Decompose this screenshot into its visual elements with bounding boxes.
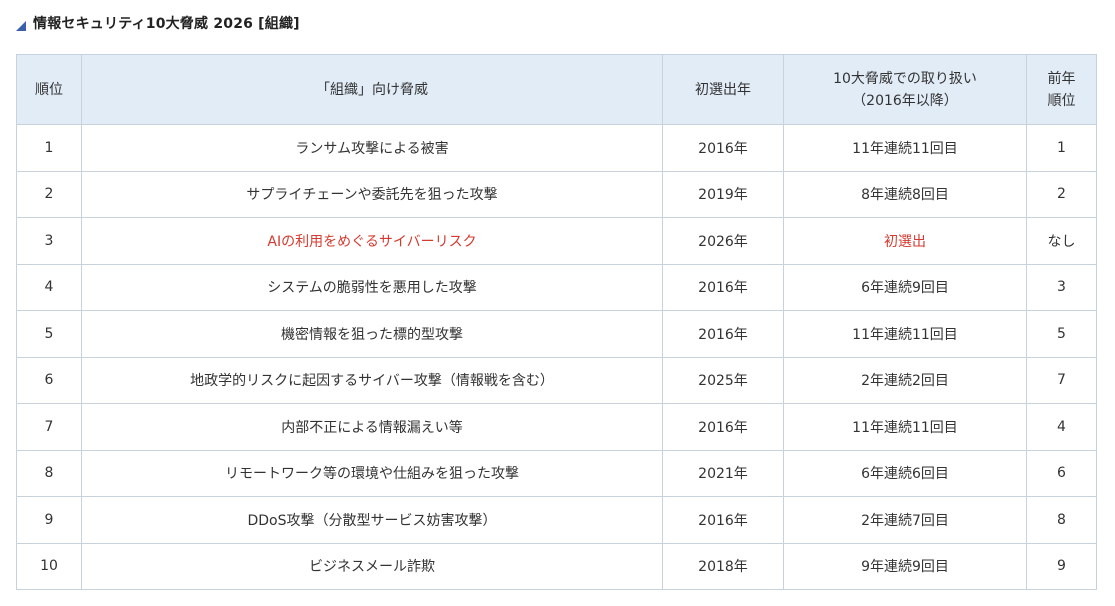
cell-history: 11年連続11回目 <box>783 310 1027 358</box>
cell-threat: ビジネスメール詐欺 <box>81 542 663 590</box>
cell-first-selected: 2016年 <box>662 310 784 358</box>
cell-rank: 6 <box>16 356 82 404</box>
table-row: 10 ビジネスメール詐欺 2018年 9年連続9回目 9 <box>16 542 1097 590</box>
cell-rank: 8 <box>16 449 82 497</box>
header-prev-line1: 前年 <box>1047 70 1076 87</box>
cell-rank: 3 <box>16 217 82 265</box>
cell-rank: 4 <box>16 263 82 311</box>
cell-history: 2年連続2回目 <box>783 356 1027 404</box>
cell-rank: 9 <box>16 496 82 544</box>
cell-first-selected: 2016年 <box>662 263 784 311</box>
triangle-corner-icon <box>15 17 27 31</box>
cell-history: 11年連続11回目 <box>783 124 1027 172</box>
cell-previous-rank: 4 <box>1026 403 1097 451</box>
table-row: 4 システムの脆弱性を悪用した攻撃 2016年 6年連続9回目 3 <box>16 263 1097 311</box>
table-body: 1 ランサム攻撃による被害 2016年 11年連続11回目 1 2 サプライチェーンや委託先… <box>16 124 1097 590</box>
cell-first-selected: 2016年 <box>662 124 784 172</box>
header-history-line2: （2016年以降） <box>852 92 958 109</box>
cell-threat: 内部不正による情報漏えい等 <box>81 403 663 451</box>
header-history: 10大脅威での取り扱い （2016年以降） <box>783 54 1027 125</box>
cell-first-selected: 2019年 <box>662 170 784 218</box>
header-prev-line2: 順位 <box>1047 92 1076 109</box>
cell-history: 初選出 <box>783 217 1027 265</box>
cell-history: 6年連続9回目 <box>783 263 1027 311</box>
cell-history: 6年連続6回目 <box>783 449 1027 497</box>
cell-rank: 5 <box>16 310 82 358</box>
cell-rank: 10 <box>16 542 82 590</box>
cell-previous-rank: 1 <box>1026 124 1097 172</box>
cell-threat: リモートワーク等の環境や仕組みを狙った攻撃 <box>81 449 663 497</box>
header-first-selected: 初選出年 <box>662 54 784 125</box>
cell-threat: システムの脆弱性を悪用した攻撃 <box>81 263 663 311</box>
cell-previous-rank: 9 <box>1026 542 1097 590</box>
cell-previous-rank: 2 <box>1026 170 1097 218</box>
table-row: 2 サプライチェーンや委託先を狙った攻撃 2019年 8年連続8回目 2 <box>16 170 1097 218</box>
table-row: 8 リモートワーク等の環境や仕組みを狙った攻撃 2021年 6年連続6回目 6 <box>16 449 1097 497</box>
cell-rank: 2 <box>16 170 82 218</box>
cell-threat: 地政学的リスクに起因するサイバー攻撃（情報戦を含む） <box>81 356 663 404</box>
table-row: 5 機密情報を狙った標的型攻撃 2016年 11年連続11回目 5 <box>16 310 1097 358</box>
cell-rank: 1 <box>16 124 82 172</box>
table-row: 1 ランサム攻撃による被害 2016年 11年連続11回目 1 <box>16 124 1097 172</box>
cell-threat: ランサム攻撃による被害 <box>81 124 663 172</box>
cell-previous-rank: 5 <box>1026 310 1097 358</box>
page-title: 情報セキュリティ10大脅威 2026 [組織] <box>33 16 300 32</box>
cell-history: 2年連続7回目 <box>783 496 1027 544</box>
table-row: 7 内部不正による情報漏えい等 2016年 11年連続11回目 4 <box>16 403 1097 451</box>
cell-history: 9年連続9回目 <box>783 542 1027 590</box>
cell-history: 11年連続11回目 <box>783 403 1027 451</box>
cell-threat: DDoS攻撃（分散型サービス妨害攻撃） <box>81 496 663 544</box>
cell-first-selected: 2016年 <box>662 496 784 544</box>
table-row: 6 地政学的リスクに起因するサイバー攻撃（情報戦を含む） 2025年 2年連続2回目 7 <box>16 356 1097 404</box>
cell-threat: サプライチェーンや委託先を狙った攻撃 <box>81 170 663 218</box>
table-row: 3 AIの利用をめぐるサイバーリスク 2026年 初選出 なし <box>16 217 1097 265</box>
threats-table: 順位 「組織」向け脅威 初選出年 10大脅威での取り扱い （2016年以降） 前… <box>16 54 1097 590</box>
cell-first-selected: 2025年 <box>662 356 784 404</box>
cell-previous-rank: なし <box>1026 217 1097 265</box>
cell-previous-rank: 3 <box>1026 263 1097 311</box>
section-heading: 情報セキュリティ10大脅威 2026 [組織] <box>15 12 300 34</box>
cell-rank: 7 <box>16 403 82 451</box>
cell-history: 8年連続8回目 <box>783 170 1027 218</box>
header-threat: 「組織」向け脅威 <box>81 54 663 125</box>
cell-first-selected: 2021年 <box>662 449 784 497</box>
cell-threat: 機密情報を狙った標的型攻撃 <box>81 310 663 358</box>
header-rank: 順位 <box>16 54 82 125</box>
header-previous-rank: 前年 順位 <box>1026 54 1097 125</box>
cell-previous-rank: 6 <box>1026 449 1097 497</box>
cell-first-selected: 2018年 <box>662 542 784 590</box>
header-history-line1: 10大脅威での取り扱い <box>833 70 977 87</box>
table-header-row: 順位 「組織」向け脅威 初選出年 10大脅威での取り扱い （2016年以降） 前… <box>16 54 1097 125</box>
table-row: 9 DDoS攻撃（分散型サービス妨害攻撃） 2016年 2年連続7回目 8 <box>16 496 1097 544</box>
cell-first-selected: 2016年 <box>662 403 784 451</box>
cell-previous-rank: 7 <box>1026 356 1097 404</box>
cell-previous-rank: 8 <box>1026 496 1097 544</box>
cell-threat: AIの利用をめぐるサイバーリスク <box>81 217 663 265</box>
cell-first-selected: 2026年 <box>662 217 784 265</box>
